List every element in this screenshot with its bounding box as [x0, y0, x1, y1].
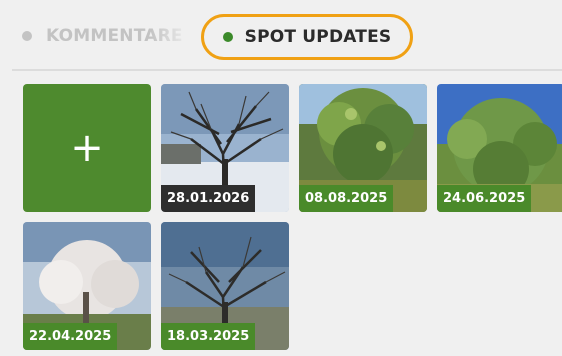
tab-spot-updates[interactable]: SPOT UPDATES [201, 14, 413, 60]
photo-tile[interactable]: 24.06.2025 [437, 84, 562, 212]
plus-icon: + [70, 125, 104, 171]
photo-date: 08.08.2025 [299, 185, 394, 212]
tab-divider [12, 69, 562, 71]
photo-date: 24.06.2025 [437, 185, 532, 212]
tab-dot-icon [22, 31, 32, 41]
photo-tile[interactable]: 28.01.2026 [161, 84, 289, 212]
photo-date: 18.03.2025 [161, 323, 256, 350]
photo-date: 28.01.2026 [161, 185, 256, 212]
tab-bar: KOMMENTARE SPOT UPDATES [0, 0, 562, 71]
photo-tile[interactable]: 22.04.2025 [23, 222, 151, 350]
photo-date: 22.04.2025 [23, 323, 118, 350]
photo-tile[interactable]: 08.08.2025 [299, 84, 427, 212]
active-dot-icon [222, 32, 233, 42]
add-photo-button[interactable]: + [23, 84, 151, 212]
photo-tile[interactable]: 18.03.2025 [161, 222, 289, 350]
tab-spot-updates-label: SPOT UPDATES [244, 27, 392, 47]
